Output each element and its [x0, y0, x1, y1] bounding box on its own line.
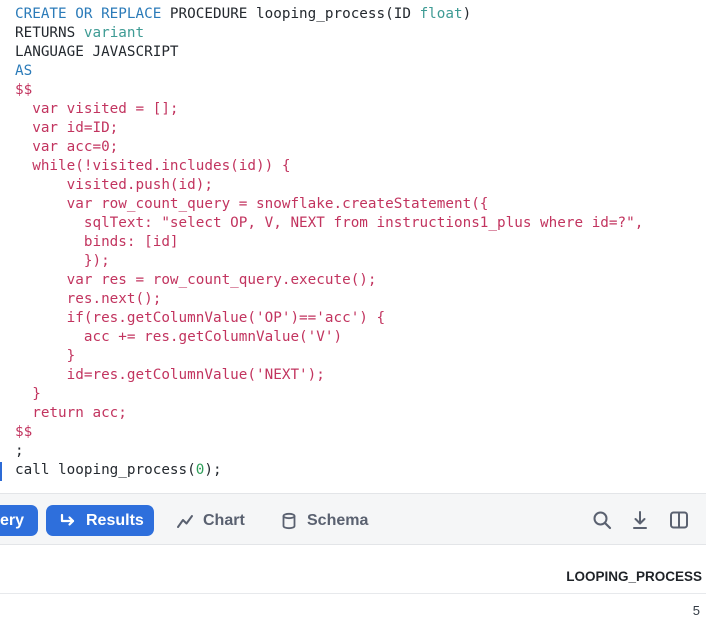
- code-line[interactable]: RETURNS variant: [15, 24, 144, 43]
- tab-query[interactable]: ery: [0, 505, 38, 536]
- code-line[interactable]: if(res.getColumnValue('OP')=='acc') {: [15, 309, 385, 328]
- code-token: LANGUAGE JAVASCRIPT: [15, 44, 179, 60]
- line-chart-icon: [175, 511, 195, 531]
- code-token: });: [15, 253, 110, 269]
- results-toolbar: ery Results Chart Schema: [0, 493, 706, 545]
- code-token: var id=ID;: [15, 120, 119, 136]
- code-line[interactable]: }: [15, 347, 76, 366]
- code-line[interactable]: id=res.getColumnValue('NEXT');: [15, 366, 325, 385]
- code-token: $$: [15, 424, 33, 440]
- code-line[interactable]: $$: [15, 81, 32, 100]
- code-token: sqlText: "select OP, V, NEXT from instru…: [15, 215, 644, 231]
- database-icon: [279, 511, 299, 531]
- tab-query-label: ery: [0, 511, 25, 529]
- code-token: }: [15, 386, 41, 402]
- code-token: $$: [15, 82, 33, 98]
- code-line[interactable]: var acc=0;: [15, 138, 118, 157]
- code-line[interactable]: }: [15, 385, 41, 404]
- code-token: variant: [83, 25, 145, 41]
- code-token: while(!visited.includes(id)) {: [15, 158, 291, 174]
- code-line[interactable]: var id=ID;: [15, 119, 118, 138]
- code-line[interactable]: var visited = [];: [15, 100, 179, 119]
- code-line[interactable]: res.next();: [15, 290, 162, 309]
- code-token: var res = row_count_query.execute();: [15, 272, 377, 288]
- code-line[interactable]: });: [15, 252, 110, 271]
- code-token: res.next();: [15, 291, 162, 307]
- code-token: if(res.getColumnValue('OP')=='acc') {: [15, 310, 386, 326]
- results-table-header: LOOPING_PROCESS: [0, 556, 706, 594]
- table-row[interactable]: 5: [0, 594, 706, 624]
- code-line[interactable]: call looping_process(0);: [15, 461, 222, 480]
- code-line[interactable]: acc += res.getColumnValue('V'): [15, 328, 342, 347]
- code-token: AS: [15, 63, 33, 79]
- code-line[interactable]: return acc;: [15, 404, 127, 423]
- tab-schema-label: Schema: [307, 511, 369, 529]
- code-token: RETURNS: [15, 25, 84, 41]
- code-token: CREATE OR REPLACE: [15, 6, 162, 22]
- code-token: visited.push(id);: [15, 177, 213, 193]
- search-icon[interactable]: [590, 508, 614, 532]
- code-line[interactable]: sqlText: "select OP, V, NEXT from instru…: [15, 214, 644, 233]
- return-arrow-icon: [58, 511, 78, 531]
- code-line[interactable]: var row_count_query = snowflake.createSt…: [15, 195, 489, 214]
- code-token: ): [462, 6, 472, 22]
- tab-results-label: Results: [86, 511, 144, 529]
- split-view-icon[interactable]: [667, 508, 691, 532]
- tab-chart-label: Chart: [203, 511, 245, 529]
- code-line[interactable]: CREATE OR REPLACE PROCEDURE looping_proc…: [15, 5, 471, 24]
- column-header-looping-process[interactable]: LOOPING_PROCESS: [566, 569, 702, 584]
- code-token: }: [15, 348, 76, 364]
- code-token: return acc;: [15, 405, 127, 421]
- code-token: PROCEDURE looping_process(ID: [161, 6, 420, 22]
- code-token: );: [204, 462, 222, 478]
- code-token: var row_count_query = snowflake.createSt…: [15, 196, 489, 212]
- code-token: var visited = [];: [15, 101, 179, 117]
- code-token: ;: [15, 443, 24, 459]
- code-token: call looping_process(: [15, 462, 196, 478]
- tab-results[interactable]: Results: [46, 505, 154, 536]
- result-cell: 5: [692, 603, 700, 618]
- code-line[interactable]: LANGUAGE JAVASCRIPT: [15, 43, 179, 62]
- code-token: acc += res.getColumnValue('V'): [15, 329, 343, 345]
- code-editor[interactable]: CREATE OR REPLACE PROCEDURE looping_proc…: [0, 0, 706, 490]
- code-line[interactable]: ;: [15, 442, 24, 461]
- active-line-marker: [0, 462, 2, 481]
- code-line[interactable]: binds: [id]: [15, 233, 179, 252]
- download-icon[interactable]: [628, 508, 652, 532]
- code-line[interactable]: $$: [15, 423, 32, 442]
- code-line[interactable]: var res = row_count_query.execute();: [15, 271, 377, 290]
- code-line[interactable]: AS: [15, 62, 32, 81]
- code-line[interactable]: while(!visited.includes(id)) {: [15, 157, 290, 176]
- code-line[interactable]: visited.push(id);: [15, 176, 213, 195]
- code-token: var acc=0;: [15, 139, 119, 155]
- code-token: id=res.getColumnValue('NEXT');: [15, 367, 325, 383]
- code-token: float: [419, 6, 463, 22]
- code-token: binds: [id]: [15, 234, 179, 250]
- tab-chart[interactable]: Chart: [175, 505, 245, 536]
- tab-schema[interactable]: Schema: [279, 505, 368, 536]
